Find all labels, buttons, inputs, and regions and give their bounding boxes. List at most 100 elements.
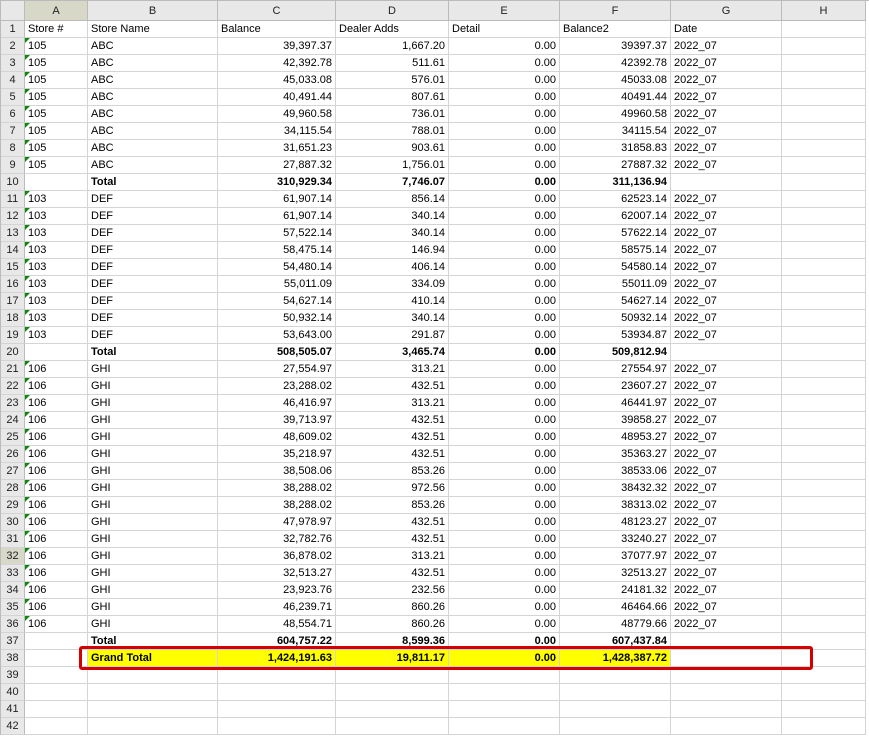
cell-B24[interactable]: GHI — [88, 412, 218, 429]
cell-A5[interactable]: 105 — [25, 89, 88, 106]
cell-F21[interactable]: 27554.97 — [560, 361, 671, 378]
col-header-A[interactable]: A — [25, 1, 88, 21]
cell-C19[interactable]: 53,643.00 — [218, 327, 336, 344]
cell-C15[interactable]: 54,480.14 — [218, 259, 336, 276]
cell-A38[interactable] — [25, 650, 88, 667]
cell-D10[interactable]: 7,746.07 — [336, 174, 449, 191]
cell-G7[interactable]: 2022_07 — [671, 123, 782, 140]
cell-C28[interactable]: 38,288.02 — [218, 480, 336, 497]
row-header-42[interactable]: 42 — [1, 718, 25, 735]
cell-D33[interactable]: 432.51 — [336, 565, 449, 582]
cell-E12[interactable]: 0.00 — [449, 208, 560, 225]
cell-E22[interactable]: 0.00 — [449, 378, 560, 395]
cell-A23[interactable]: 106 — [25, 395, 88, 412]
cell-D38[interactable]: 19,811.17 — [336, 650, 449, 667]
cell-E39[interactable] — [449, 667, 560, 684]
cell-C11[interactable]: 61,907.14 — [218, 191, 336, 208]
cell-B36[interactable]: GHI — [88, 616, 218, 633]
cell-F30[interactable]: 48123.27 — [560, 514, 671, 531]
cell-G26[interactable]: 2022_07 — [671, 446, 782, 463]
cell-D11[interactable]: 856.14 — [336, 191, 449, 208]
cell-E27[interactable]: 0.00 — [449, 463, 560, 480]
cell-C14[interactable]: 58,475.14 — [218, 242, 336, 259]
cell-A27[interactable]: 106 — [25, 463, 88, 480]
cell-H10[interactable] — [782, 174, 866, 191]
cell-H14[interactable] — [782, 242, 866, 259]
row-header-33[interactable]: 33 — [1, 565, 25, 582]
col-header-D[interactable]: D — [336, 1, 449, 21]
cell-A39[interactable] — [25, 667, 88, 684]
cell-F16[interactable]: 55011.09 — [560, 276, 671, 293]
cell-E13[interactable]: 0.00 — [449, 225, 560, 242]
cell-B40[interactable] — [88, 684, 218, 701]
cell-E10[interactable]: 0.00 — [449, 174, 560, 191]
cell-B41[interactable] — [88, 701, 218, 718]
row-header-26[interactable]: 26 — [1, 446, 25, 463]
cell-B9[interactable]: ABC — [88, 157, 218, 174]
cell-F42[interactable] — [560, 718, 671, 735]
row-header-13[interactable]: 13 — [1, 225, 25, 242]
cell-D23[interactable]: 313.21 — [336, 395, 449, 412]
cell-G19[interactable]: 2022_07 — [671, 327, 782, 344]
cell-F38[interactable]: 1,428,387.72 — [560, 650, 671, 667]
cell-B3[interactable]: ABC — [88, 55, 218, 72]
cell-E17[interactable]: 0.00 — [449, 293, 560, 310]
cell-B1[interactable]: Store Name — [88, 21, 218, 38]
cell-B18[interactable]: DEF — [88, 310, 218, 327]
cell-H41[interactable] — [782, 701, 866, 718]
cell-G17[interactable]: 2022_07 — [671, 293, 782, 310]
cell-E37[interactable]: 0.00 — [449, 633, 560, 650]
cell-A22[interactable]: 106 — [25, 378, 88, 395]
cell-D20[interactable]: 3,465.74 — [336, 344, 449, 361]
cell-D8[interactable]: 903.61 — [336, 140, 449, 157]
cell-B42[interactable] — [88, 718, 218, 735]
cell-C3[interactable]: 42,392.78 — [218, 55, 336, 72]
cell-C13[interactable]: 57,522.14 — [218, 225, 336, 242]
cell-C30[interactable]: 47,978.97 — [218, 514, 336, 531]
cell-H31[interactable] — [782, 531, 866, 548]
row-header-9[interactable]: 9 — [1, 157, 25, 174]
cell-D3[interactable]: 511.61 — [336, 55, 449, 72]
cell-F31[interactable]: 33240.27 — [560, 531, 671, 548]
cell-B33[interactable]: GHI — [88, 565, 218, 582]
cell-H38[interactable] — [782, 650, 866, 667]
cell-C23[interactable]: 46,416.97 — [218, 395, 336, 412]
cell-G12[interactable]: 2022_07 — [671, 208, 782, 225]
row-header-32[interactable]: 32 — [1, 548, 25, 565]
cell-F41[interactable] — [560, 701, 671, 718]
cell-G21[interactable]: 2022_07 — [671, 361, 782, 378]
cell-F19[interactable]: 53934.87 — [560, 327, 671, 344]
cell-F40[interactable] — [560, 684, 671, 701]
cell-F11[interactable]: 62523.14 — [560, 191, 671, 208]
cell-A7[interactable]: 105 — [25, 123, 88, 140]
row-header-21[interactable]: 21 — [1, 361, 25, 378]
cell-C10[interactable]: 310,929.34 — [218, 174, 336, 191]
cell-G33[interactable]: 2022_07 — [671, 565, 782, 582]
cell-C24[interactable]: 39,713.97 — [218, 412, 336, 429]
cell-F1[interactable]: Balance2 — [560, 21, 671, 38]
cell-G16[interactable]: 2022_07 — [671, 276, 782, 293]
cell-C9[interactable]: 27,887.32 — [218, 157, 336, 174]
cell-G1[interactable]: Date — [671, 21, 782, 38]
col-header-B[interactable]: B — [88, 1, 218, 21]
cell-H11[interactable] — [782, 191, 866, 208]
cell-B4[interactable]: ABC — [88, 72, 218, 89]
cell-G13[interactable]: 2022_07 — [671, 225, 782, 242]
cell-D18[interactable]: 340.14 — [336, 310, 449, 327]
cell-G22[interactable]: 2022_07 — [671, 378, 782, 395]
cell-F5[interactable]: 40491.44 — [560, 89, 671, 106]
cell-G37[interactable] — [671, 633, 782, 650]
cell-F18[interactable]: 50932.14 — [560, 310, 671, 327]
cell-H27[interactable] — [782, 463, 866, 480]
cell-C31[interactable]: 32,782.76 — [218, 531, 336, 548]
cell-B28[interactable]: GHI — [88, 480, 218, 497]
cell-C8[interactable]: 31,651.23 — [218, 140, 336, 157]
cell-F33[interactable]: 32513.27 — [560, 565, 671, 582]
cell-H23[interactable] — [782, 395, 866, 412]
cell-A17[interactable]: 103 — [25, 293, 88, 310]
row-header-22[interactable]: 22 — [1, 378, 25, 395]
cell-H29[interactable] — [782, 497, 866, 514]
cell-D34[interactable]: 232.56 — [336, 582, 449, 599]
cell-G32[interactable]: 2022_07 — [671, 548, 782, 565]
cell-G24[interactable]: 2022_07 — [671, 412, 782, 429]
